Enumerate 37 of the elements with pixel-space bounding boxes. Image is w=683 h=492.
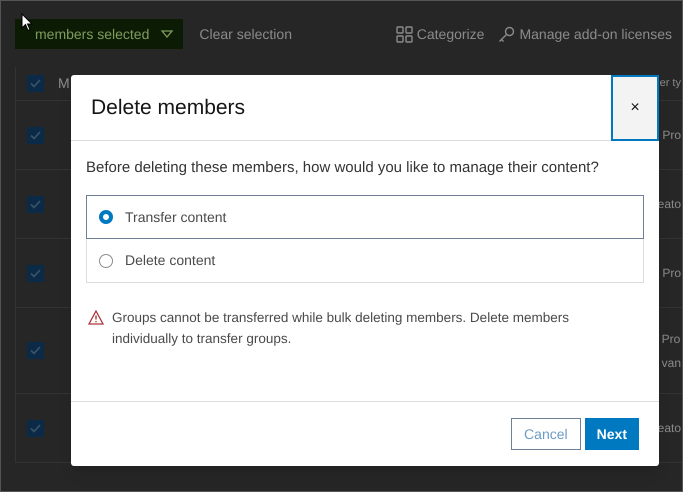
radio-option[interactable]: Transfer content (86, 195, 644, 239)
check-icon (30, 130, 41, 140)
check-icon (30, 79, 41, 88)
warning-message: Groups cannot be transferred while bulk deleting members. Delete members individually to transfer groups. (112, 309, 570, 348)
check-icon (30, 346, 41, 355)
toolbar-action-button[interactable]: Manage add-on licenses (498, 24, 672, 44)
checkbox[interactable] (27, 126, 44, 144)
toolbar-action-button[interactable]: Categorize (396, 24, 484, 44)
next-button[interactable]: Next (584, 418, 639, 450)
radio-icon (99, 254, 113, 268)
grid-icon (396, 26, 413, 42)
warning-icon (88, 310, 104, 325)
check-icon (30, 424, 41, 432)
question-text: Before deleting these members, how would you like to manage their content? (86, 158, 600, 178)
close-button[interactable]: × (611, 75, 659, 141)
checkbox[interactable] (27, 420, 44, 436)
table-cell-text: Pro (662, 330, 681, 348)
column-header: M (58, 74, 70, 93)
checkbox[interactable] (27, 264, 44, 282)
table-cell-text: Pro (662, 265, 681, 282)
table-cell-text: Pro (662, 127, 681, 144)
table-cell-text: van (662, 354, 681, 372)
checkbox[interactable] (27, 196, 44, 212)
selection-dropdown-button[interactable]: members selected (15, 19, 184, 49)
radio-option[interactable]: Delete content (86, 239, 644, 283)
column-header: er ty (660, 76, 681, 92)
radio-icon (99, 210, 113, 224)
dialog-title: Delete members (90, 94, 246, 121)
key-icon (498, 26, 516, 42)
clear-selection-link[interactable]: Clear selection (199, 24, 292, 44)
check-icon (30, 268, 41, 278)
check-icon (30, 200, 41, 208)
checkbox[interactable] (27, 75, 44, 92)
mouse-cursor-icon (21, 13, 33, 32)
checkbox[interactable] (27, 342, 44, 359)
cancel-button[interactable]: Cancel (511, 418, 581, 450)
caret-icon (161, 30, 174, 38)
